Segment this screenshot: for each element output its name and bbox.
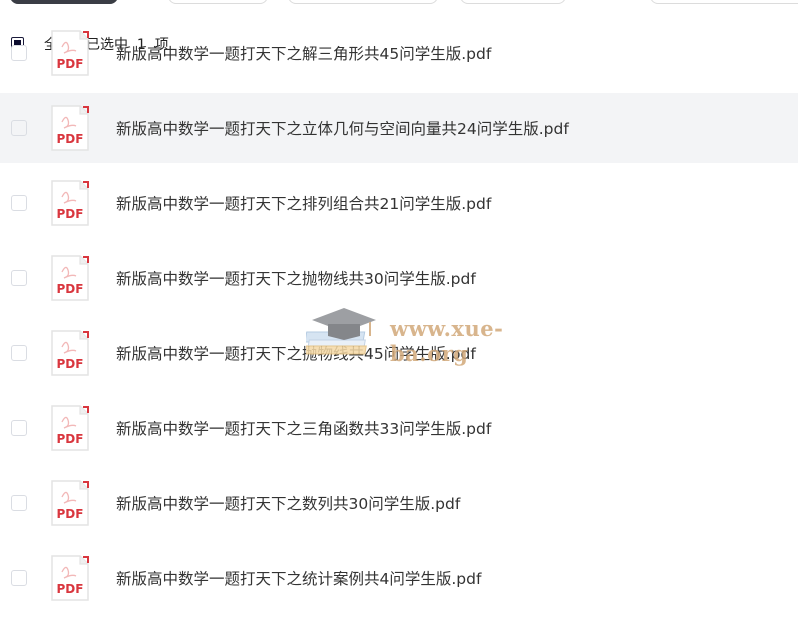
file-checkbox[interactable]: [11, 420, 27, 436]
toolbar-button-4[interactable]: [460, 0, 566, 4]
pdf-file-icon: PDF: [51, 555, 89, 601]
pdf-icon-label: PDF: [57, 207, 84, 221]
pdf-icon-label: PDF: [57, 582, 84, 596]
file-name[interactable]: 新版高中数学一题打天下之抛物线共45问学生版.pdf: [116, 342, 476, 364]
pdf-icon-label: PDF: [57, 132, 84, 146]
file-row[interactable]: PDF 新版高中数学一题打天下之排列组合共21问学生版.pdf: [0, 168, 798, 238]
file-checkbox[interactable]: [11, 120, 27, 136]
file-name[interactable]: 新版高中数学一题打天下之立体几何与空间向量共24问学生版.pdf: [116, 117, 569, 139]
file-checkbox[interactable]: [11, 45, 27, 61]
pdf-file-icon: PDF: [51, 30, 89, 76]
file-name[interactable]: 新版高中数学一题打天下之抛物线共30问学生版.pdf: [116, 267, 476, 289]
pdf-icon-label: PDF: [57, 357, 84, 371]
file-checkbox[interactable]: [11, 495, 27, 511]
file-row[interactable]: PDF 新版高中数学一题打天下之抛物线共30问学生版.pdf: [0, 243, 798, 313]
file-row[interactable]: PDF 新版高中数学一题打天下之立体几何与空间向量共24问学生版.pdf: [0, 93, 798, 163]
file-row[interactable]: PDF 新版高中数学一题打天下之数列共30问学生版.pdf: [0, 468, 798, 538]
file-row[interactable]: PDF 新版高中数学一题打天下之解三角形共45问学生版.pdf: [0, 18, 798, 88]
file-checkbox[interactable]: [11, 270, 27, 286]
pdf-icon-label: PDF: [57, 57, 84, 71]
pdf-icon-label: PDF: [57, 432, 84, 446]
pdf-file-icon: PDF: [51, 480, 89, 526]
pdf-file-icon: PDF: [51, 105, 89, 151]
pdf-file-icon: PDF: [51, 255, 89, 301]
pdf-icon-label: PDF: [57, 282, 84, 296]
file-name[interactable]: 新版高中数学一题打天下之统计案例共4问学生版.pdf: [116, 567, 481, 589]
toolbar-primary-button[interactable]: [10, 0, 118, 4]
file-checkbox[interactable]: [11, 345, 27, 361]
pdf-file-icon: PDF: [51, 330, 89, 376]
pdf-file-icon: PDF: [51, 405, 89, 451]
toolbar-button-3[interactable]: [288, 0, 438, 4]
file-checkbox[interactable]: [11, 570, 27, 586]
file-name[interactable]: 新版高中数学一题打天下之解三角形共45问学生版.pdf: [116, 42, 491, 64]
file-row[interactable]: PDF 新版高中数学一题打天下之三角函数共33问学生版.pdf: [0, 393, 798, 463]
pdf-file-icon: PDF: [51, 180, 89, 226]
file-name[interactable]: 新版高中数学一题打天下之数列共30问学生版.pdf: [116, 492, 460, 514]
file-checkbox[interactable]: [11, 195, 27, 211]
file-row[interactable]: PDF 新版高中数学一题打天下之抛物线共45问学生版.pdf: [0, 318, 798, 388]
toolbar-search-box[interactable]: [650, 0, 798, 4]
toolbar-button-2[interactable]: [168, 0, 268, 4]
file-name[interactable]: 新版高中数学一题打天下之三角函数共33问学生版.pdf: [116, 417, 491, 439]
file-name[interactable]: 新版高中数学一题打天下之排列组合共21问学生版.pdf: [116, 192, 491, 214]
file-row[interactable]: PDF 新版高中数学一题打天下之统计案例共4问学生版.pdf: [0, 543, 798, 613]
pdf-icon-label: PDF: [57, 507, 84, 521]
